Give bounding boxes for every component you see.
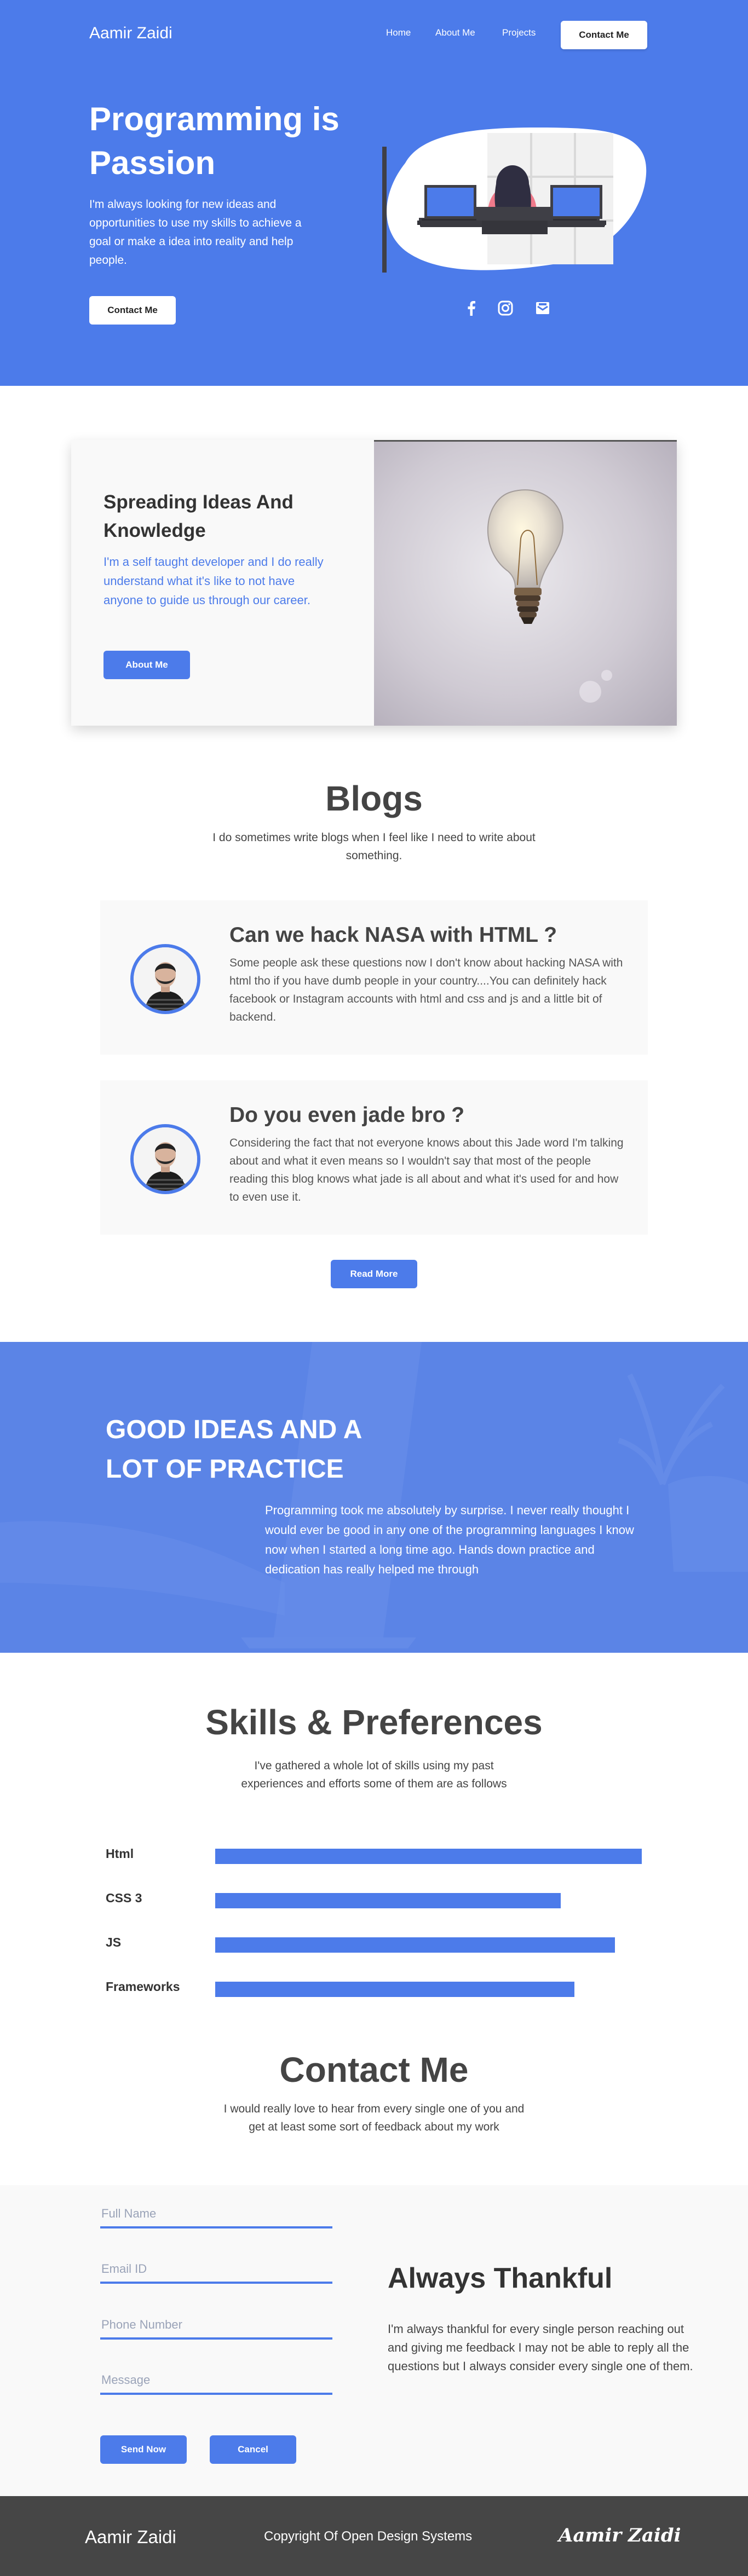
thankful-text: I'm always thankful for every single per… <box>388 2322 693 2373</box>
contact-title: Contact Me <box>279 2050 469 2089</box>
brand-logo[interactable]: Aamir Zaidi <box>89 24 172 43</box>
hero-title: Programming is Passion <box>89 101 340 181</box>
ideas-title: GOOD IDEAS AND A LOT OF PRACTICE <box>106 1415 361 1484</box>
skills-title: Skills & Preferences <box>205 1703 543 1742</box>
developer-illustration <box>382 128 647 273</box>
message-field[interactable]: Message <box>100 2365 332 2395</box>
skill-label: Html <box>106 1846 134 1861</box>
avatar <box>130 1124 200 1194</box>
footer: Aamir Zaidi Copyright Of Open Design Sys… <box>0 2496 748 2576</box>
laptop-background-image <box>0 1342 748 1653</box>
nav-home[interactable]: Home <box>386 27 411 38</box>
message-placeholder: Message <box>101 2373 151 2387</box>
nav-projects[interactable]: Projects <box>502 27 536 38</box>
about-text: I'm a self taught developer and I do rea… <box>103 555 324 607</box>
email-placeholder: Email ID <box>101 2262 147 2276</box>
blogs-title: Blogs <box>325 779 423 818</box>
facebook-icon[interactable] <box>463 300 480 316</box>
skill-bar-css <box>215 1893 561 1908</box>
about-card: Spreading Ideas And Knowledge I'm a self… <box>71 440 677 726</box>
skill-bar-js <box>215 1937 615 1953</box>
nav-about[interactable]: About Me <box>435 27 475 38</box>
hero-section: Aamir Zaidi Home About Me Projects Conta… <box>0 0 748 386</box>
hero-contact-button[interactable]: Contact Me <box>89 296 176 325</box>
ideas-text: Programming took me absolutely by surpri… <box>265 1503 634 1576</box>
thankful-title: Always Thankful <box>388 2262 613 2294</box>
read-more-button[interactable]: Read More <box>331 1260 417 1288</box>
blog-excerpt: Considering the fact that not everyone k… <box>229 1137 624 1203</box>
instagram-icon[interactable] <box>497 300 514 316</box>
phone-placeholder: Phone Number <box>101 2318 182 2331</box>
avatar <box>130 944 200 1014</box>
skill-label: CSS 3 <box>106 1891 142 1905</box>
about-me-button[interactable]: About Me <box>103 651 190 679</box>
blogs-subtitle: I do sometimes write blogs when I feel l… <box>212 831 536 862</box>
mail-icon[interactable] <box>534 300 551 316</box>
blog-title[interactable]: Do you even jade bro ? <box>229 1103 464 1127</box>
full-name-field[interactable]: Full Name <box>100 2199 332 2228</box>
footer-signature: Aamir Zaidi <box>559 2525 681 2546</box>
contact-subtitle: I would really love to hear from every s… <box>223 2103 525 2133</box>
full-name-placeholder: Full Name <box>101 2207 157 2220</box>
blog-card[interactable]: Do you even jade bro ? Considering the f… <box>100 1080 648 1235</box>
footer-brand[interactable]: Aamir Zaidi <box>85 2527 176 2548</box>
light-bulb-image <box>374 440 677 726</box>
email-field[interactable]: Email ID <box>100 2254 332 2284</box>
hero-text: I'm always looking for new ideas and opp… <box>89 198 302 267</box>
blog-title[interactable]: Can we hack NASA with HTML ? <box>229 923 557 947</box>
skill-bar-html <box>215 1849 642 1864</box>
nav-contact-button[interactable]: Contact Me <box>561 21 647 49</box>
ideas-banner: GOOD IDEAS AND A LOT OF PRACTICE Program… <box>0 1342 748 1653</box>
skill-label: JS <box>106 1935 122 1949</box>
cancel-button[interactable]: Cancel <box>210 2435 296 2464</box>
skill-bar-frameworks <box>215 1982 574 1997</box>
footer-copyright: Copyright Of Open Design Systems <box>264 2529 473 2544</box>
phone-field[interactable]: Phone Number <box>100 2310 332 2340</box>
about-content: Spreading Ideas And Knowledge I'm a self… <box>71 440 374 726</box>
skills-subtitle: I've gathered a whole lot of skills usin… <box>241 1759 507 1790</box>
blog-card[interactable]: Can we hack NASA with HTML ? Some people… <box>100 900 648 1055</box>
blog-excerpt: Some people ask these questions now I do… <box>229 957 623 1023</box>
contact-form-section: Full Name Email ID Phone Number Message … <box>0 2185 748 2496</box>
skill-label: Frameworks <box>106 1979 180 1994</box>
about-title: Spreading Ideas And Knowledge <box>103 491 294 541</box>
send-now-button[interactable]: Send Now <box>100 2435 187 2464</box>
